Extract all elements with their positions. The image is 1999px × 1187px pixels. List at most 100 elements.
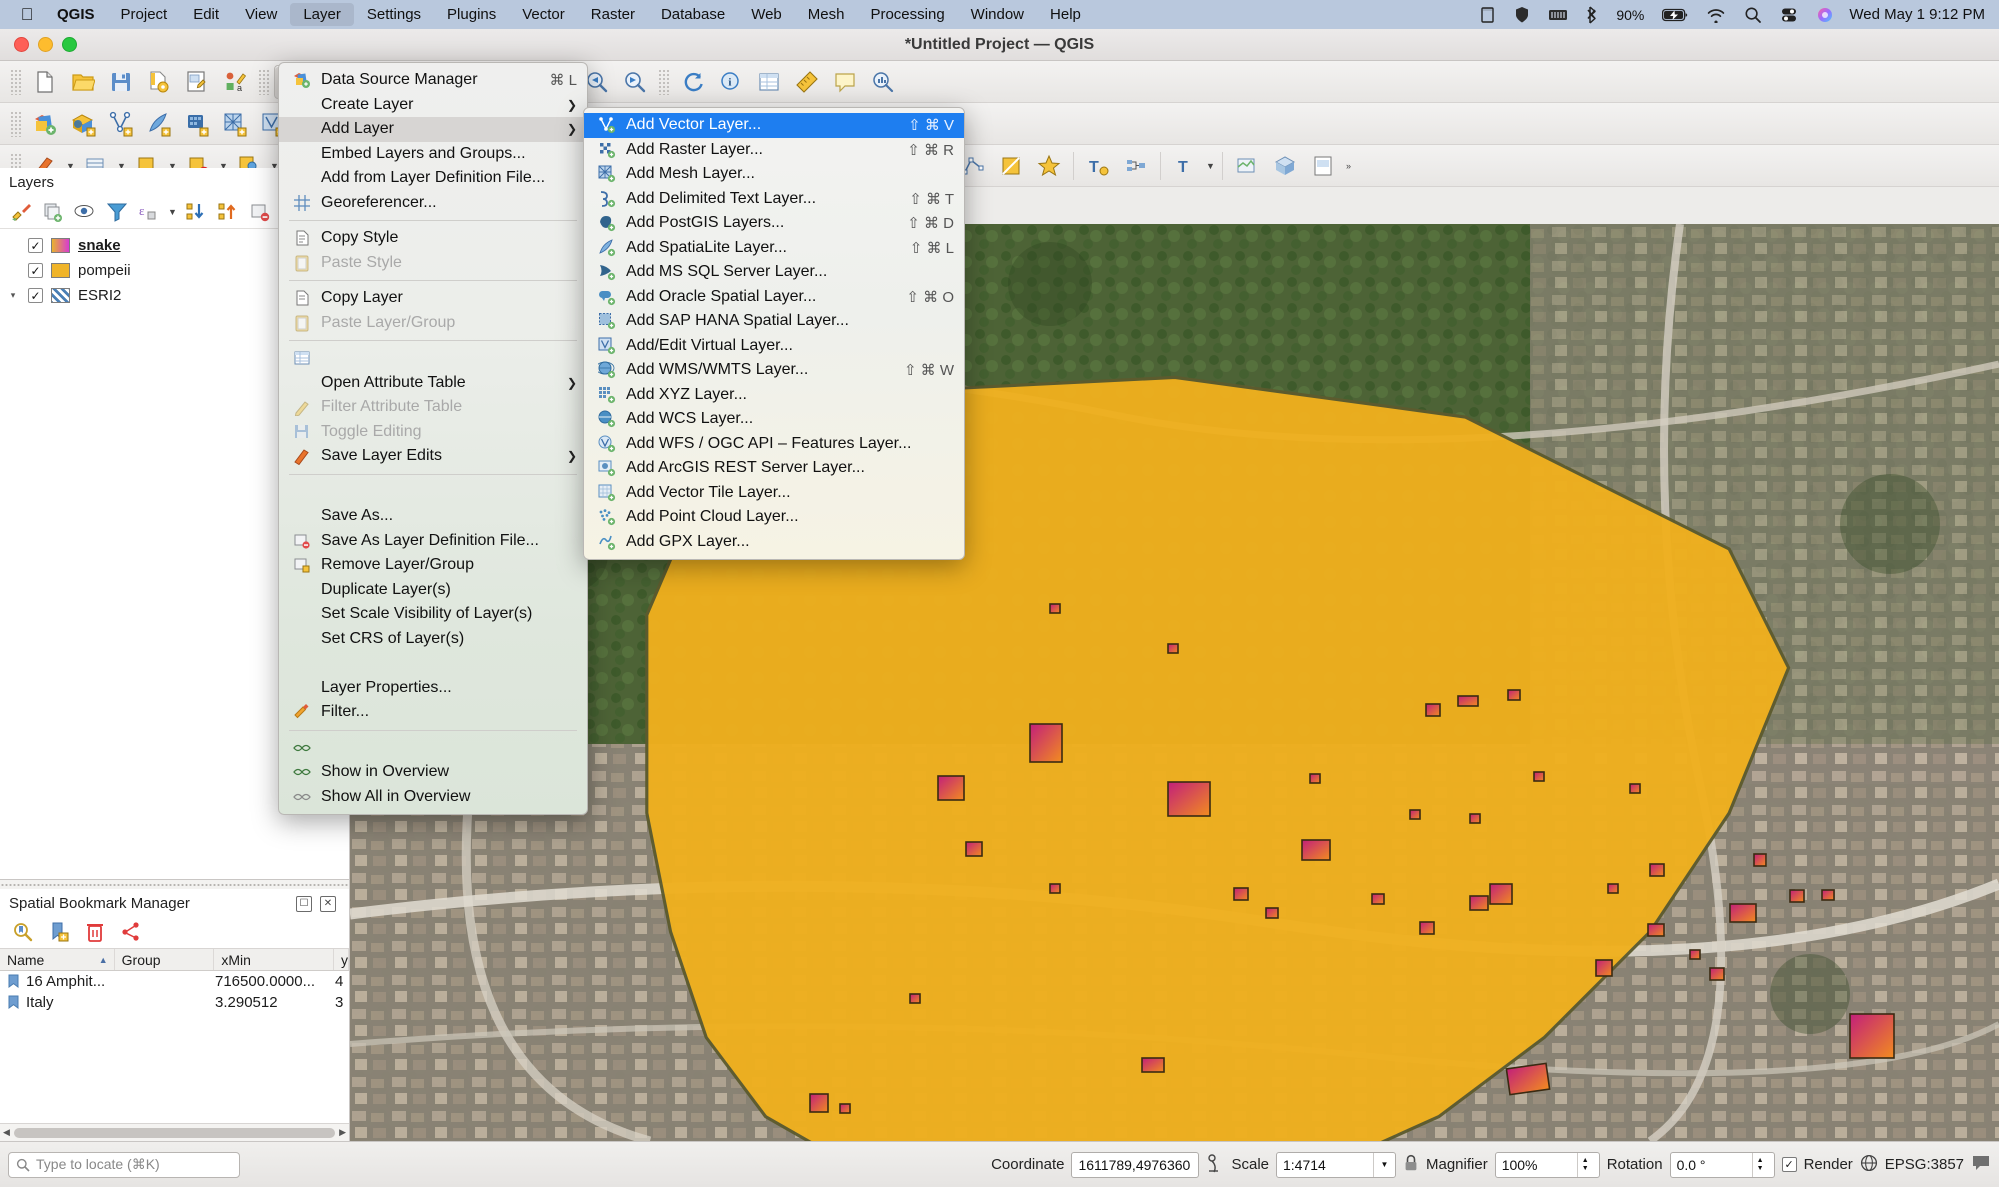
new-map-view-button[interactable] [1228, 149, 1266, 183]
save-project-button[interactable] [102, 65, 140, 99]
submenu-item-add-edit-virtual-layer[interactable]: Add/Edit Virtual Layer... [584, 334, 964, 359]
open-layer-styling-icon[interactable] [6, 198, 36, 226]
menu-item-add-from-layer-definition[interactable]: Add from Layer Definition File... [279, 166, 587, 191]
lock-icon[interactable] [1403, 1153, 1419, 1177]
submenu-item-add-oracle-spatial-layer[interactable]: Add Oracle Spatial Layer... ⇧ ⌘ O [584, 285, 964, 310]
data-source-manager-button[interactable] [26, 107, 64, 141]
control-center-icon[interactable] [1771, 6, 1807, 24]
add-spatialite-button[interactable] [140, 107, 178, 141]
new-project-button[interactable] [26, 65, 64, 99]
siri-icon[interactable] [1807, 6, 1843, 24]
statistics-button[interactable] [864, 65, 902, 99]
toolbar-grip[interactable] [10, 110, 22, 137]
menu-item-create-layer[interactable]: Create Layer ❯ [279, 93, 587, 118]
layer-menu[interactable]: Data Source Manager ⌘ L Create Layer ❯ A… [278, 62, 588, 815]
bluetooth-icon[interactable] [1577, 5, 1607, 24]
crs-globe-icon[interactable] [1860, 1154, 1878, 1176]
submenu-item-add-wcs-layer[interactable]: Add WCS Layer... [584, 407, 964, 432]
close-icon[interactable]: ✕ [320, 895, 336, 912]
column-header-group[interactable]: Group [115, 949, 215, 970]
layer-visibility-checkbox[interactable]: ✓ [28, 263, 43, 278]
menubar-item-web[interactable]: Web [738, 3, 795, 26]
menu-item-georeferencer[interactable]: Georeferencer... [279, 191, 587, 216]
new-layout-button[interactable] [1304, 149, 1342, 183]
menu-item-layer-properties[interactable] [279, 651, 587, 676]
share-bookmark-icon[interactable] [116, 918, 146, 946]
menu-item-add-layer[interactable]: Add Layer ❯ [279, 117, 587, 142]
add-postgis-button[interactable] [178, 107, 216, 141]
stepper-icon[interactable]: ▲ ▼ [1751, 1152, 1768, 1177]
menubar-item-view[interactable]: View [232, 3, 290, 26]
menubar-item-mesh[interactable]: Mesh [795, 3, 858, 26]
menubar-clock[interactable]: Wed May 1 9:12 PM [1843, 6, 1989, 23]
submenu-item-add-postgis-layers[interactable]: Add PostGIS Layers... ⇧ ⌘ D [584, 211, 964, 236]
submenu-item-add-delimited-text-layer[interactable]: Add Delimited Text Layer... ⇧ ⌘ T [584, 187, 964, 212]
chevron-down-icon[interactable]: ▼ [1204, 149, 1217, 183]
menubar-item-settings[interactable]: Settings [354, 3, 434, 26]
menu-item-current-edits[interactable]: Save Layer Edits ❯ [279, 444, 587, 469]
messages-icon[interactable] [1971, 1154, 1991, 1176]
submenu-item-add-wfs-ogc-api-features-layer[interactable]: Add WFS / OGC API – Features Layer... [584, 432, 964, 457]
remove-layer-icon[interactable] [245, 198, 275, 226]
apple-icon[interactable]:  [10, 5, 44, 25]
panel-resize-grip[interactable] [0, 880, 349, 889]
menubar-item-edit[interactable]: Edit [180, 3, 232, 26]
map-tips-button[interactable] [826, 65, 864, 99]
screen-recording-icon[interactable] [1471, 6, 1505, 24]
menubar-item-vector[interactable]: Vector [509, 3, 578, 26]
menubar-app-name[interactable]: QGIS [44, 3, 108, 26]
menu-item-show-all-in-overview[interactable]: Show in Overview [279, 760, 587, 785]
submenu-item-add-point-cloud-layer[interactable]: Add Point Cloud Layer... [584, 505, 964, 530]
layer-visibility-checkbox[interactable]: ✓ [28, 238, 43, 253]
layer-visibility-checkbox[interactable]: ✓ [28, 288, 43, 303]
render-checkbox[interactable]: ✓ [1781, 1157, 1797, 1172]
chevron-down-icon[interactable]: ▼ [166, 195, 179, 229]
scroll-left-arrow-icon[interactable]: ◀ [3, 1127, 10, 1138]
style-manager-button[interactable]: a [216, 65, 254, 99]
rotation-spinbox[interactable]: 0.0 ° ▲ ▼ [1669, 1151, 1775, 1178]
menu-item-embed-layers[interactable]: Embed Layers and Groups... [279, 142, 587, 167]
collapse-all-icon[interactable] [213, 198, 243, 226]
bookmark-table[interactable]: Name ▲ Group xMin y 16 Amphit... 716500.… [0, 948, 349, 1123]
toolbar-grip[interactable] [658, 68, 670, 95]
menu-item-set-scale-visibility[interactable]: Duplicate Layer(s) [279, 578, 587, 603]
coordinate-capture-icon[interactable] [1206, 1153, 1224, 1177]
magnifier-spinbox[interactable]: 100% ▲ ▼ [1494, 1151, 1600, 1178]
attribute-table-button[interactable] [750, 65, 788, 99]
column-header-name[interactable]: Name ▲ [0, 949, 115, 970]
toolbar-grip[interactable] [258, 68, 270, 95]
zoom-to-bookmark-icon[interactable] [8, 918, 38, 946]
undock-icon[interactable]: ☐ [296, 895, 312, 912]
text-annotation-button[interactable]: T [1166, 149, 1204, 183]
diagram-button[interactable] [1117, 149, 1155, 183]
stepper-icon[interactable]: ▲ ▼ [1576, 1152, 1593, 1177]
column-header-y[interactable]: y [334, 949, 349, 970]
locator-search-input[interactable]: Type to locate (⌘K) [8, 1151, 240, 1178]
menubar-item-database[interactable]: Database [648, 3, 738, 26]
chevron-double-right-icon[interactable]: » [1342, 149, 1355, 183]
add-group-icon[interactable] [38, 198, 68, 226]
submenu-item-add-sap-hana-spatial-layer[interactable]: Add SAP HANA Spatial Layer... [584, 309, 964, 334]
layer-name[interactable]: ESRI2 [78, 287, 121, 304]
submenu-item-add-vector-layer[interactable]: Add Vector Layer... ⇧ ⌘ V [584, 113, 964, 138]
menu-item-remove-layer-group[interactable]: Save As Layer Definition File... [279, 529, 587, 554]
column-header-xmin[interactable]: xMin [214, 949, 334, 970]
menu-item-filter-attribute-table[interactable]: Open Attribute Table ❯ [279, 371, 587, 396]
menu-item-hide-all-from-overview[interactable]: Show All in Overview [279, 785, 587, 810]
menu-item-labeling[interactable]: Filter... [279, 700, 587, 725]
add-raster-layer-button[interactable] [64, 107, 102, 141]
shield-icon[interactable] [1505, 6, 1539, 24]
menu-item-copy-layer[interactable]: Copy Layer [279, 286, 587, 311]
delete-bookmark-icon[interactable] [80, 918, 110, 946]
battery-bar-icon[interactable] [1539, 7, 1577, 23]
manage-map-themes-icon[interactable] [70, 198, 100, 226]
scale-combo[interactable]: 1:4714 ▼ [1276, 1151, 1396, 1178]
submenu-item-add-wms-wmts-layer[interactable]: Add WMS/WMTS Layer... ⇧ ⌘ W [584, 358, 964, 383]
menu-item-duplicate-layers[interactable]: Remove Layer/Group [279, 553, 587, 578]
menu-item-save-as-layer-definition-file[interactable]: Save As... [279, 504, 587, 529]
identify-features-button[interactable]: i [712, 65, 750, 99]
scrollbar-thumb[interactable] [13, 1127, 336, 1138]
new-print-layout-button[interactable] [178, 65, 216, 99]
open-project-button[interactable] [64, 65, 102, 99]
toolbar-grip[interactable] [10, 68, 22, 95]
